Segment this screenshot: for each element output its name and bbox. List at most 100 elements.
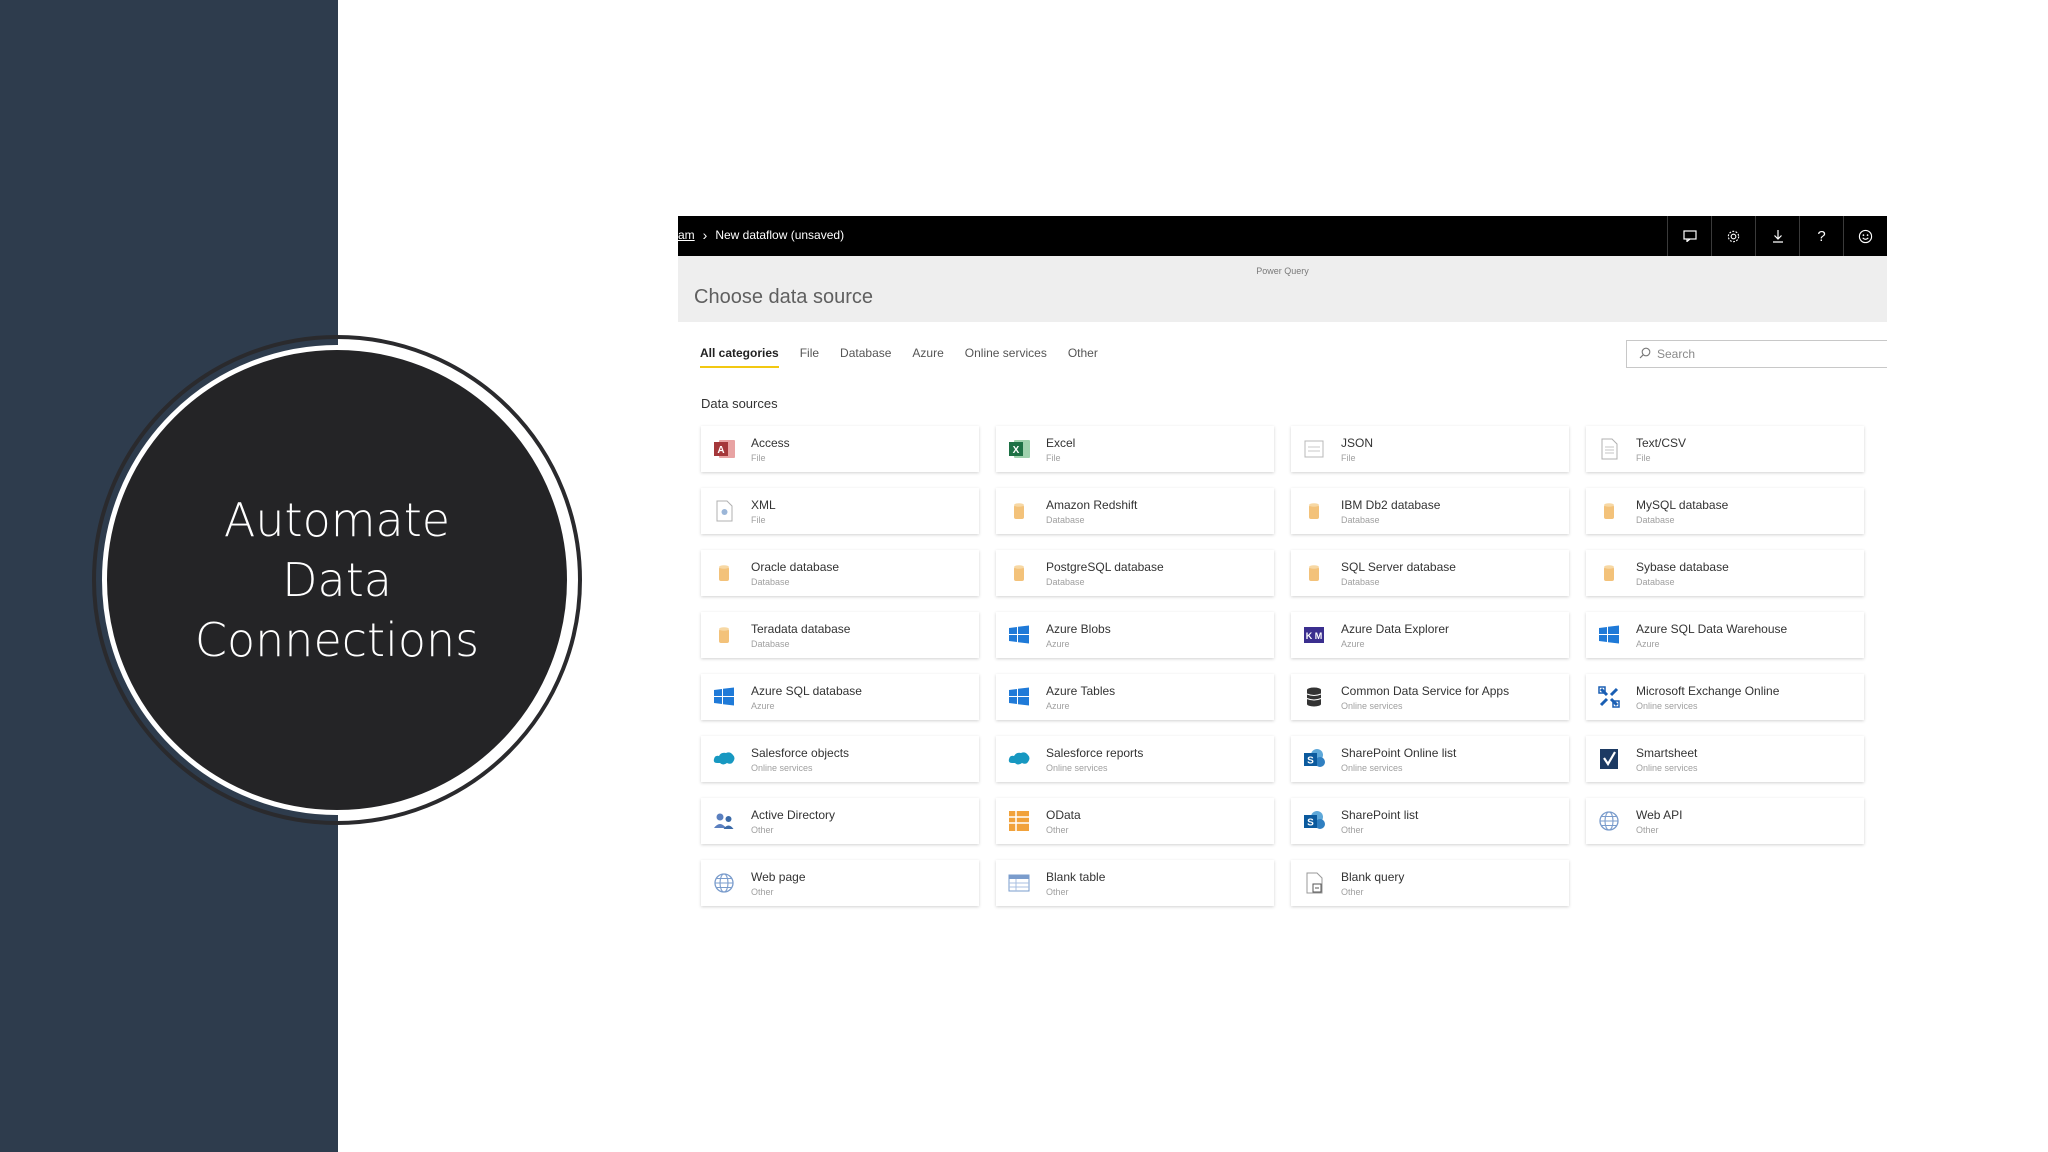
data-source-name: Web API bbox=[1636, 807, 1683, 822]
tab-database[interactable]: Database bbox=[840, 346, 891, 368]
tab-azure[interactable]: Azure bbox=[912, 346, 943, 368]
data-source-category: Azure bbox=[751, 700, 775, 711]
data-source-card[interactable]: Azure SQL database Azure bbox=[701, 674, 979, 720]
category-tabs: All categories File Database Azure Onlin… bbox=[700, 346, 1119, 368]
data-source-card[interactable]: SQL Server database Database bbox=[1291, 550, 1569, 596]
database-icon bbox=[1301, 560, 1327, 586]
data-source-card[interactable]: IBM Db2 database Database bbox=[1291, 488, 1569, 534]
active-directory-icon bbox=[711, 808, 737, 834]
search-input[interactable] bbox=[1657, 347, 1857, 361]
data-source-name: Web page bbox=[751, 869, 806, 884]
data-source-card[interactable]: Azure SQL Data Warehouse Azure bbox=[1586, 612, 1864, 658]
svg-text:S: S bbox=[1307, 756, 1314, 767]
download-icon[interactable] bbox=[1755, 216, 1799, 256]
data-source-text: SharePoint Online list Online services bbox=[1341, 746, 1456, 773]
tab-other[interactable]: Other bbox=[1068, 346, 1098, 368]
product-label: Power Query bbox=[1256, 266, 1309, 276]
slide-title: Automate Data Connections bbox=[194, 493, 480, 667]
section-title: Data sources bbox=[701, 396, 778, 411]
data-source-text: SharePoint list Other bbox=[1341, 808, 1418, 835]
data-source-card[interactable]: Salesforce reports Online services bbox=[996, 736, 1274, 782]
breadcrumb-root-link[interactable]: am bbox=[678, 228, 695, 242]
data-source-card[interactable]: Azure Tables Azure bbox=[996, 674, 1274, 720]
data-source-category: Database bbox=[1341, 514, 1380, 525]
database-icon bbox=[1006, 498, 1032, 524]
data-source-card[interactable]: X Excel File bbox=[996, 426, 1274, 472]
data-source-text: SQL Server database Database bbox=[1341, 560, 1456, 587]
data-source-card[interactable]: Blank table Other bbox=[996, 860, 1274, 906]
svg-text:X: X bbox=[1013, 445, 1020, 456]
data-source-text: Azure Tables Azure bbox=[1046, 684, 1115, 711]
data-source-category: Azure bbox=[1636, 638, 1660, 649]
table-icon bbox=[1006, 870, 1032, 896]
data-source-card[interactable]: S SharePoint list Other bbox=[1291, 798, 1569, 844]
data-source-card[interactable]: Oracle database Database bbox=[701, 550, 979, 596]
xml-icon bbox=[711, 498, 737, 524]
page-header: Power Query Choose data source bbox=[678, 256, 1887, 322]
windows-icon bbox=[1596, 622, 1622, 648]
access-icon: A bbox=[711, 436, 737, 462]
feedback-icon[interactable] bbox=[1667, 216, 1711, 256]
data-source-text: Smartsheet Online services bbox=[1636, 746, 1698, 773]
data-source-text: Excel File bbox=[1046, 436, 1075, 463]
data-source-category: Other bbox=[1046, 886, 1069, 897]
search-box[interactable] bbox=[1626, 340, 1887, 368]
data-source-card[interactable]: XML File bbox=[701, 488, 979, 534]
data-source-category: Other bbox=[751, 824, 774, 835]
svg-text:A: A bbox=[717, 445, 724, 456]
data-source-card[interactable]: Text/CSV File bbox=[1586, 426, 1864, 472]
data-source-card[interactable]: K M Azure Data Explorer Azure bbox=[1291, 612, 1569, 658]
data-source-text: Azure SQL database Azure bbox=[751, 684, 862, 711]
data-source-card[interactable]: OData Other bbox=[996, 798, 1274, 844]
data-source-card[interactable]: Sybase database Database bbox=[1586, 550, 1864, 596]
data-source-category: File bbox=[751, 514, 766, 525]
salesforce-icon bbox=[1006, 746, 1032, 772]
data-source-card[interactable]: PostgreSQL database Database bbox=[996, 550, 1274, 596]
data-source-card[interactable]: Azure Blobs Azure bbox=[996, 612, 1274, 658]
data-source-card[interactable]: Smartsheet Online services bbox=[1586, 736, 1864, 782]
data-source-name: Access bbox=[751, 435, 790, 450]
title-circle: Automate Data Connections bbox=[102, 345, 572, 815]
data-source-text: Teradata database Database bbox=[751, 622, 850, 649]
data-source-card[interactable]: Web page Other bbox=[701, 860, 979, 906]
tab-online-services[interactable]: Online services bbox=[965, 346, 1047, 368]
data-source-name: IBM Db2 database bbox=[1341, 497, 1441, 512]
data-source-card[interactable]: Common Data Service for Apps Online servi… bbox=[1291, 674, 1569, 720]
data-source-category: Other bbox=[751, 886, 774, 897]
excel-icon: X bbox=[1006, 436, 1032, 462]
data-source-name: XML bbox=[751, 497, 776, 512]
data-source-card[interactable]: Salesforce objects Online services bbox=[701, 736, 979, 782]
data-source-text: MySQL database Database bbox=[1636, 498, 1728, 525]
data-source-text: Salesforce reports Online services bbox=[1046, 746, 1143, 773]
salesforce-icon bbox=[711, 746, 737, 772]
windows-icon bbox=[711, 684, 737, 710]
tab-all-categories[interactable]: All categories bbox=[700, 346, 779, 368]
data-source-card[interactable]: Amazon Redshift Database bbox=[996, 488, 1274, 534]
help-icon[interactable]: ? bbox=[1799, 216, 1843, 256]
smiley-icon[interactable] bbox=[1843, 216, 1887, 256]
exchange-icon bbox=[1596, 684, 1622, 710]
data-source-text: Web API Other bbox=[1636, 808, 1682, 835]
data-source-category: Database bbox=[1636, 576, 1675, 587]
sharepoint-icon: S bbox=[1301, 808, 1327, 834]
tab-file[interactable]: File bbox=[800, 346, 819, 368]
top-bar: am › New dataflow (unsaved) ? bbox=[678, 216, 1887, 256]
data-source-card[interactable]: Active Directory Other bbox=[701, 798, 979, 844]
data-source-card[interactable]: JSON File bbox=[1291, 426, 1569, 472]
data-source-card[interactable]: S SharePoint Online list Online services bbox=[1291, 736, 1569, 782]
data-source-card[interactable]: Teradata database Database bbox=[701, 612, 979, 658]
data-source-name: SharePoint list bbox=[1341, 807, 1419, 822]
data-source-name: Microsoft Exchange Online bbox=[1636, 683, 1780, 698]
data-source-card[interactable]: MySQL database Database bbox=[1586, 488, 1864, 534]
data-source-card[interactable]: Microsoft Exchange Online Online services bbox=[1586, 674, 1864, 720]
gear-icon[interactable] bbox=[1711, 216, 1755, 256]
data-source-name: OData bbox=[1046, 807, 1081, 822]
data-source-name: Azure SQL database bbox=[751, 683, 862, 698]
data-source-card[interactable]: Web API Other bbox=[1586, 798, 1864, 844]
breadcrumb: am › New dataflow (unsaved) bbox=[678, 228, 844, 242]
data-source-name: MySQL database bbox=[1636, 497, 1729, 512]
data-source-card[interactable]: Blank query Other bbox=[1291, 860, 1569, 906]
data-source-card[interactable]: A Access File bbox=[701, 426, 979, 472]
data-source-category: Database bbox=[1341, 576, 1380, 587]
smartsheet-icon bbox=[1596, 746, 1622, 772]
